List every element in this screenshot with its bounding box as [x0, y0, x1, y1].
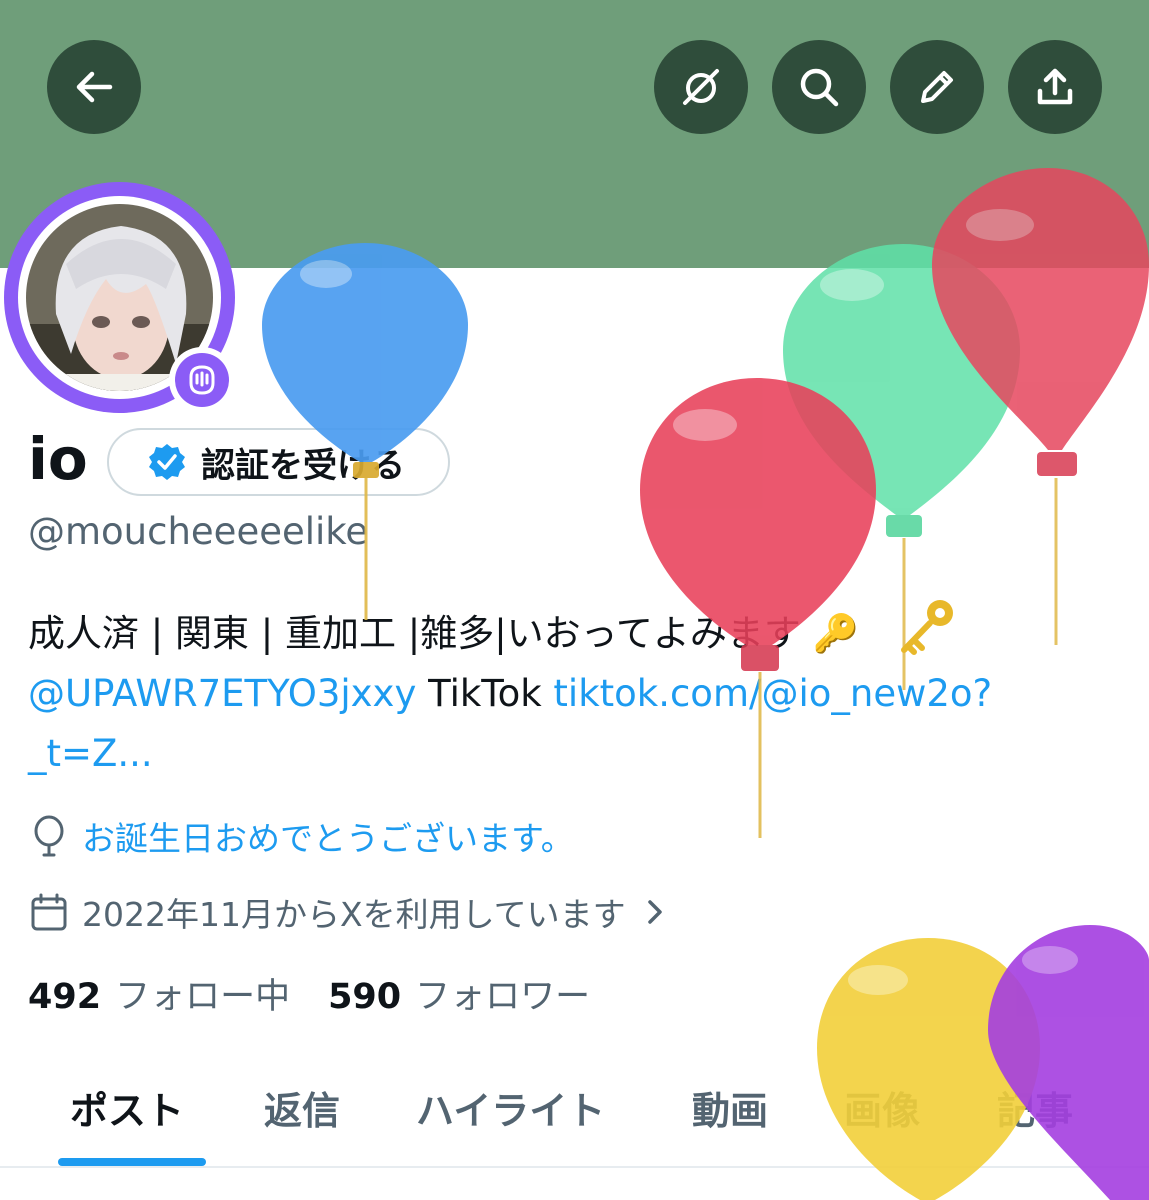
display-name: io — [28, 425, 88, 493]
chevron-right-icon — [647, 900, 662, 924]
search-button[interactable] — [772, 40, 866, 134]
grok-icon — [683, 69, 719, 105]
tiktok-link[interactable]: tiktok.com/@io_new2o? — [553, 672, 992, 715]
avatar[interactable] — [4, 182, 235, 413]
pencil-icon — [921, 71, 953, 103]
followers-label: フォロワー — [415, 977, 591, 1017]
profile-tabs: ポスト 返信 ハイライト 動画 画像 記事 — [0, 1060, 1149, 1168]
active-tab-indicator — [58, 1158, 206, 1166]
mention-link[interactable]: @UPAWR7ETYO3jxxy — [28, 672, 416, 715]
tabs-divider — [0, 1166, 1149, 1168]
bio: 成人済 | 関東 | 重加工 |雑多|いおってよみます 🔑 @UPAWR7ETY… — [28, 604, 1118, 784]
verified-badge-icon — [149, 444, 185, 480]
calendar-icon — [31, 893, 67, 931]
following-count: 492 — [28, 977, 102, 1017]
arrow-left-icon — [76, 71, 113, 103]
follow-stats: 492 フォロー中 590 フォロワー — [28, 968, 590, 1019]
grok-button[interactable] — [654, 40, 748, 134]
tab-videos[interactable]: 動画 — [692, 1080, 768, 1135]
bio-links-line: @UPAWR7ETYO3jxxy TikTok tiktok.com/@io_n… — [28, 664, 1118, 724]
tab-replies[interactable]: 返信 — [264, 1080, 340, 1135]
edit-button[interactable] — [890, 40, 984, 134]
tiktok-link-continued[interactable]: _t=Z... — [28, 732, 153, 775]
back-button[interactable] — [47, 40, 141, 134]
share-button[interactable] — [1008, 40, 1102, 134]
tab-highlights[interactable]: ハイライト — [416, 1080, 605, 1135]
spaces-badge — [169, 347, 235, 413]
followers-stat[interactable]: 590 フォロワー — [328, 968, 590, 1019]
joined-text: 2022年11月からXを利用しています — [82, 895, 626, 934]
following-label: フォロー中 — [115, 977, 291, 1017]
joined-row[interactable]: 2022年11月からXを利用しています — [30, 888, 684, 936]
bio-text: TikTok — [416, 672, 554, 715]
birthday-text[interactable]: お誕生日おめでとうございます。 — [82, 812, 574, 860]
following-stat[interactable]: 492 フォロー中 — [28, 968, 290, 1019]
share-icon — [1037, 68, 1073, 105]
tab-articles[interactable]: 記事 — [997, 1080, 1073, 1135]
search-icon — [800, 68, 839, 107]
balloon-icon — [34, 815, 64, 857]
get-verified-label: 認証を受ける — [201, 445, 405, 486]
microphone-icon — [189, 365, 215, 395]
user-handle: @moucheeeeelike — [28, 510, 369, 553]
followers-count: 590 — [328, 977, 402, 1017]
tab-posts[interactable]: ポスト — [70, 1080, 184, 1135]
birthday-row: お誕生日おめでとうございます。 — [30, 812, 574, 860]
get-verified-button[interactable]: 認証を受ける — [107, 428, 450, 496]
bio-line: 成人済 | 関東 | 重加工 |雑多|いおってよみます 🔑 — [28, 612, 859, 655]
tab-images[interactable]: 画像 — [844, 1080, 920, 1135]
